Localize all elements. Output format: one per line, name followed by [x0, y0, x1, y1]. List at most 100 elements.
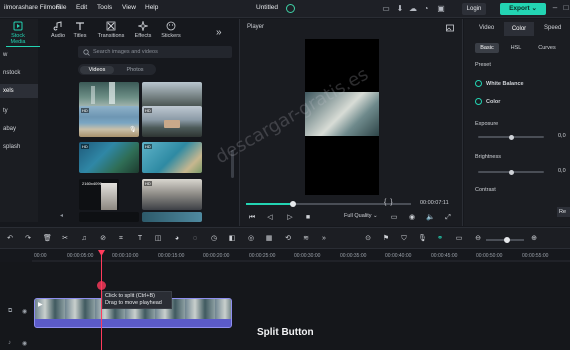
tab-transitions[interactable]: Transitions: [95, 21, 127, 45]
delete-icon[interactable]: 🗑: [43, 235, 52, 243]
split-scissors-button[interactable]: [97, 281, 106, 290]
marker-icon[interactable]: ⚑: [382, 235, 390, 243]
tab-titles[interactable]: Titles: [66, 21, 94, 45]
search-input[interactable]: Search images and videos: [93, 49, 158, 55]
video-thumbnail[interactable]: [142, 212, 202, 222]
microphone-icon[interactable]: 🎙: [418, 235, 427, 243]
sidebar-item-unsplash[interactable]: splash: [0, 140, 38, 154]
headset-icon[interactable]: ◔: [421, 4, 431, 14]
subtab-hsl[interactable]: HSL: [504, 43, 528, 53]
video-preview[interactable]: [305, 39, 379, 195]
brightness-slider[interactable]: [478, 169, 544, 175]
brightness-value[interactable]: 0,0: [558, 168, 566, 174]
freeze-icon[interactable]: ◧: [228, 235, 236, 243]
tab-stock-media[interactable]: Stock Media: [4, 21, 40, 47]
undo-icon[interactable]: ↶: [6, 235, 14, 243]
preview-audio-icon[interactable]: 🎙: [129, 126, 137, 133]
volume-icon[interactable]: 🔈: [426, 214, 435, 222]
exposure-value[interactable]: 0,0: [558, 133, 566, 139]
speed-icon[interactable]: ◌: [191, 235, 199, 243]
track-mute-icon[interactable]: ◉: [22, 340, 27, 347]
previous-frame-icon[interactable]: ⏮: [248, 214, 256, 222]
text-icon[interactable]: T: [136, 235, 144, 243]
tab-stickers[interactable]: Stickers: [157, 21, 185, 45]
ai-icon[interactable]: ▭: [455, 235, 463, 243]
menu-edit[interactable]: Edit: [76, 4, 87, 11]
more-tools-icon[interactable]: »: [320, 235, 328, 243]
video-thumbnail[interactable]: HD: [142, 179, 202, 210]
mosaic-icon[interactable]: ▦: [265, 235, 273, 243]
tab-video[interactable]: Video: [479, 25, 494, 31]
monitor-icon[interactable]: ▭: [381, 4, 391, 14]
reset-button[interactable]: Re: [557, 207, 570, 217]
subtab-curves[interactable]: Curves: [534, 43, 560, 53]
fullscreen-icon[interactable]: ⤢: [444, 214, 452, 222]
redo-icon[interactable]: ↷: [24, 235, 32, 243]
auto-ripple-icon[interactable]: ⚭: [436, 235, 444, 243]
more-tabs-chevron-icon[interactable]: »: [216, 27, 222, 38]
videos-tab[interactable]: Videos: [80, 65, 114, 74]
render-preview-icon[interactable]: ⊙: [364, 235, 372, 243]
menu-help[interactable]: Help: [145, 4, 158, 11]
white-balance-toggle[interactable]: [475, 80, 482, 87]
gift-icon[interactable]: ▣: [436, 4, 446, 14]
zoom-in-icon[interactable]: ⊕: [530, 235, 538, 243]
stabilize-icon[interactable]: ⟲: [284, 235, 292, 243]
track-audio-icon[interactable]: ♪: [8, 340, 11, 346]
tab-color[interactable]: Color: [504, 22, 534, 36]
menu-tools[interactable]: Tools: [97, 4, 112, 11]
cut-icon[interactable]: ✂: [61, 235, 69, 243]
photos-tab[interactable]: Photos: [118, 66, 152, 74]
disable-icon[interactable]: ⊘: [99, 235, 107, 243]
subtab-basic[interactable]: Basic: [475, 43, 499, 53]
track-video-icon[interactable]: ⧉: [8, 308, 12, 315]
video-thumbnail[interactable]: HD 🎙: [79, 106, 139, 137]
color-toggle[interactable]: [475, 98, 482, 105]
mask-icon[interactable]: ◎: [247, 235, 255, 243]
mark-in-out-icon[interactable]: { }: [384, 199, 393, 206]
video-thumbnail[interactable]: HD: [79, 142, 139, 173]
menu-file[interactable]: File: [56, 4, 66, 11]
track-visibility-icon[interactable]: ◉: [22, 308, 27, 315]
zoom-slider-knob[interactable]: [504, 237, 510, 243]
snapshot-image-icon[interactable]: [446, 24, 454, 32]
play-icon[interactable]: ▷: [286, 214, 294, 222]
audio-wave-icon[interactable]: ≋: [302, 235, 310, 243]
crop-icon[interactable]: ⌗: [117, 235, 125, 243]
duration-icon[interactable]: ◷: [210, 235, 218, 243]
audio-detach-icon[interactable]: ♫: [80, 235, 88, 243]
tab-speed[interactable]: Speed: [544, 25, 561, 31]
export-button[interactable]: Export ⌄: [500, 3, 546, 15]
sidebar-item-pexels[interactable]: xels: [0, 84, 38, 98]
sidebar-item-giphy[interactable]: ty: [0, 104, 38, 118]
sidebar-item-pixabay[interactable]: abay: [0, 122, 38, 136]
tab-effects[interactable]: Effects: [129, 21, 157, 45]
download-icon[interactable]: ⬇: [395, 4, 405, 14]
camera-icon[interactable]: ◉: [408, 214, 416, 222]
brightness-slider-knob[interactable]: [508, 169, 514, 175]
login-button[interactable]: Login: [462, 3, 486, 15]
video-thumbnail[interactable]: HD: [142, 106, 202, 137]
exposure-slider[interactable]: [478, 134, 544, 140]
video-thumbnail[interactable]: [79, 212, 139, 222]
menu-view[interactable]: View: [122, 4, 136, 11]
step-back-icon[interactable]: ◁: [266, 214, 274, 222]
stop-icon[interactable]: ■: [304, 214, 312, 222]
video-thumbnail[interactable]: 2160x4096: [79, 179, 119, 210]
playback-scrubber[interactable]: [290, 201, 296, 207]
transform-icon[interactable]: ◫: [154, 235, 162, 243]
sidebar-item-new[interactable]: w: [0, 48, 38, 62]
exposure-slider-knob[interactable]: [508, 134, 514, 140]
maximize-icon[interactable]: □: [561, 3, 570, 13]
shield-icon[interactable]: ⛉: [400, 235, 408, 243]
video-thumbnail[interactable]: HD: [142, 142, 202, 173]
zoom-out-icon[interactable]: ⊖: [474, 235, 482, 243]
display-icon[interactable]: ▭: [390, 214, 398, 222]
quality-dropdown[interactable]: Full Quality ⌄: [344, 213, 378, 219]
collapse-panel-icon[interactable]: ◂: [60, 212, 63, 219]
search-box[interactable]: Search images and videos: [78, 46, 232, 58]
sidebar-item-unsplash-stock[interactable]: nstock: [0, 66, 38, 80]
zoom-slider[interactable]: [486, 237, 524, 243]
color-palette-icon[interactable]: ◕: [173, 235, 181, 243]
cloud-icon[interactable]: ☁: [408, 4, 418, 14]
